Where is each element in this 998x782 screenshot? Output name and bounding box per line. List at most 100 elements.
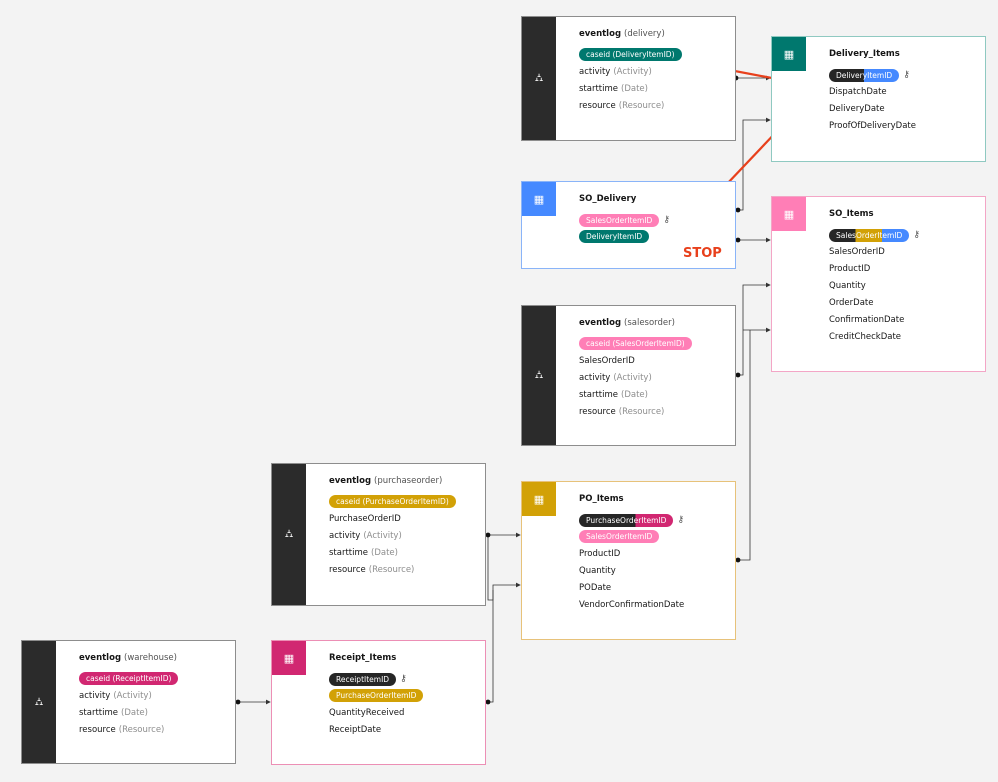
table-icon: ▦ [772,197,806,231]
foreign-key-pill: PurchaseOrderItemID [329,689,424,702]
field-text: eventlog [329,476,372,486]
table-icon: ▦ [272,641,306,675]
field-row: starttime (Date) [579,81,727,98]
field-row: activity (Activity) [329,528,477,545]
field-text: starttime [329,548,369,558]
foreign-key-pill: SalesOrderItemID [579,214,660,227]
field-text: (Resource) [618,101,665,111]
eventlog-purchaseorder-node[interactable]: ⛼ eventlog (purchaseorder) caseid (Purch… [271,463,486,606]
field-row: resource (Resource) [579,98,727,115]
primary-key-pill: PurchaseOrderItemID [579,514,674,527]
field-row: OrderDate [829,298,874,308]
field-row: ReceiptItemID ⚷ [329,671,477,688]
field-row: ReceiptDate [329,725,382,735]
field-text: resource [579,101,616,111]
primary-key-pill: DeliveryItemID [829,69,900,82]
field-row: starttime (Date) [579,387,727,404]
key-icon: ⚷ [903,70,910,80]
field-row: resource (Resource) [79,722,227,739]
table-icon: ▦ [772,37,806,71]
case-id-pill: caseid (SalesOrderItemID) [579,337,692,350]
field-row: PODate [579,583,612,593]
node-title: eventlog (purchaseorder) [329,476,477,486]
stop-annotation: STOP [683,246,722,261]
node-title: eventlog (salesorder) [579,318,727,328]
node-title: SO_Delivery [579,194,637,204]
field-text: starttime [579,390,619,400]
key-icon: ⚷ [400,674,407,684]
field-text: (Activity) [113,691,152,701]
field-text: activity [579,373,611,383]
case-id-pill: caseid (ReceiptItemID) [79,672,179,685]
field-row: ProofOfDeliveryDate [829,121,916,131]
case-id-pill: caseid (PurchaseOrderItemID) [329,495,456,508]
field-row: PurchaseOrderItemID [329,688,477,705]
field-text: (warehouse) [124,653,177,663]
field-row: SalesOrderID [579,353,727,370]
table-icon: ▦ [522,182,556,216]
field-row: ConfirmationDate [829,315,905,325]
po-items-node[interactable]: ▦ PO_Items PurchaseOrderItemID ⚷ SalesOrd… [521,481,736,640]
field-text: (salesorder) [624,318,675,328]
field-row: SalesOrderItemID ⚷ [829,227,977,244]
field-row: starttime (Date) [329,545,477,562]
field-text: eventlog [579,29,622,39]
table-icon: ▦ [522,482,556,516]
node-title: Receipt_Items [329,653,397,663]
field-row: starttime (Date) [79,705,227,722]
field-text: (Date) [371,548,398,558]
link-po-items-to-so-items [738,330,751,561]
foreign-key-pill: DeliveryItemID [579,230,650,243]
field-row: PurchaseOrderItemID ⚷ [579,512,727,529]
eventlog-icon: ⛼ [522,306,556,445]
field-text: resource [579,407,616,417]
field-text: (purchaseorder) [374,476,443,486]
key-icon: ⚷ [913,230,920,240]
field-row: VendorConfirmationDate [579,600,685,610]
field-row: DeliveryItemID [579,229,727,246]
field-text: (Resource) [618,407,665,417]
field-row: SalesOrderItemID ⚷ [579,212,727,229]
primary-key-pill: ReceiptItemID [329,673,397,686]
field-text: (Activity) [613,373,652,383]
field-row: activity (Activity) [579,64,727,81]
field-row: activity (Activity) [79,688,227,705]
delivery-items-node[interactable]: ▦ Delivery_Items DeliveryItemID ⚷ Dispatc… [771,36,986,162]
field-text: (Resource) [368,565,415,575]
field-text: activity [579,67,611,77]
eventlog-warehouse-node[interactable]: ⛼ eventlog (warehouse) caseid (ReceiptIt… [21,640,236,764]
field-text: (Activity) [363,531,402,541]
field-text: (Resource) [118,725,165,735]
field-text: (Date) [121,708,148,718]
field-text: (delivery) [624,29,665,39]
primary-key-pill: SalesOrderItemID [829,229,910,242]
field-row: resource (Resource) [579,404,727,421]
field-text: PurchaseOrderID [329,514,401,524]
field-row: ProductID [579,549,621,559]
field-text: (Activity) [613,67,652,77]
eventlog-delivery-node[interactable]: ⛼ eventlog (delivery) caseid (DeliveryIt… [521,16,736,141]
field-row: Quantity [829,281,866,291]
field-text: resource [329,565,366,575]
field-text: eventlog [79,653,122,663]
link-so-delivery-to-delivery-items [738,117,771,211]
field-text: (Date) [621,390,648,400]
receipt-items-node[interactable]: ▦ Receipt_Items ReceiptItemID ⚷ PurchaseO… [271,640,486,765]
field-text: SalesOrderID [579,356,635,366]
field-row: DeliveryItemID ⚷ [829,67,977,84]
eventlog-salesorder-node[interactable]: ⛼ eventlog (salesorder) caseid (SalesOrd… [521,305,736,446]
key-icon: ⚷ [663,215,670,225]
node-title: SO_Items [829,209,874,219]
link-receipt-to-po-items [488,590,494,703]
field-row: CreditCheckDate [829,332,902,342]
field-row: activity (Activity) [579,370,727,387]
field-text: activity [329,531,361,541]
field-text: (Date) [621,84,648,94]
key-icon: ⚷ [677,515,685,525]
field-text: activity [79,691,111,701]
field-row: SalesOrderID [829,247,885,257]
field-text: starttime [579,84,619,94]
field-text: eventlog [579,318,622,328]
so-items-node[interactable]: ▦ SO_Items SalesOrderItemID ⚷ SalesOrderI… [771,196,986,372]
node-title: PO_Items [579,494,624,504]
